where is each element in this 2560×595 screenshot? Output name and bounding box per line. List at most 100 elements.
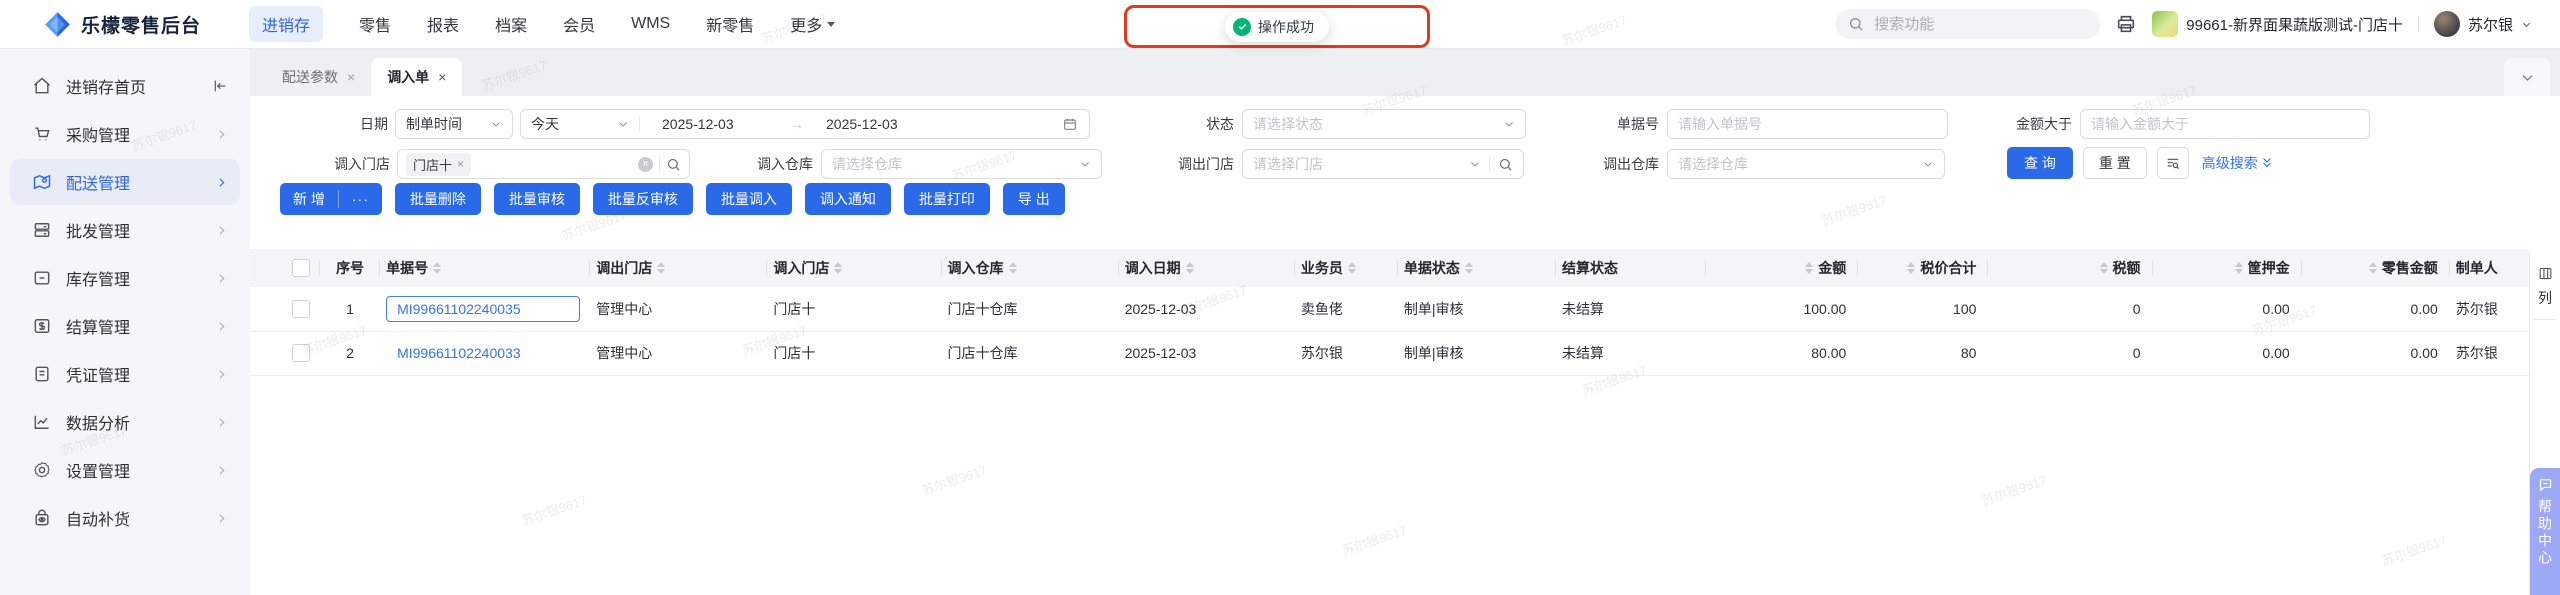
col-header-in-warehouse[interactable]: 调入仓库 [941,249,1119,287]
sidebar-item-delivery[interactable]: 配送管理 [10,159,240,205]
add-more-options-icon[interactable]: ··· [339,183,382,215]
sort-icon[interactable] [433,262,442,274]
query-button[interactable]: 查 询 [2007,147,2073,179]
batch-print-button[interactable]: 批量打印 [903,183,990,215]
sort-icon[interactable] [2368,262,2377,274]
search-icon[interactable] [1498,157,1513,172]
row-checkbox[interactable] [292,344,310,363]
sort-icon[interactable] [1008,262,1017,274]
nav-item-wms[interactable]: WMS [631,15,670,33]
store-selector[interactable]: 99661-新界面果蔬版测试-门店十 [2152,11,2403,37]
sidebar-item-analytics[interactable]: 数据分析 [10,399,240,445]
collapse-sidebar-icon[interactable] [212,78,228,94]
col-header-amount[interactable]: 金额 [1706,249,1859,287]
tag-close-icon[interactable]: × [457,157,464,171]
date-preset-select[interactable]: 今天 [521,114,639,134]
tab-transfer-in-order[interactable]: 调入单 × [371,58,463,96]
nav-item-dangan[interactable]: 档案 [495,12,527,36]
add-button-label[interactable]: 新 增 [280,183,338,215]
global-search[interactable] [1836,9,2101,39]
status-select[interactable]: 请选择状态 [1242,109,1526,139]
clear-icon[interactable]: × [638,156,653,172]
date-type-select[interactable]: 制单时间 [395,109,513,139]
printer-icon[interactable] [2115,13,2137,35]
nav-item-lingshou[interactable]: 零售 [359,12,391,36]
nav-item-jinxiaocun[interactable]: 进销存 [249,6,324,42]
sort-icon[interactable] [1347,262,1356,274]
tab-list-dropdown[interactable] [2504,58,2550,96]
nav-item-xinlingshou[interactable]: 新零售 [706,12,754,36]
export-button[interactable]: 导 出 [1002,183,1065,215]
sort-icon[interactable] [1907,262,1916,274]
batch-audit-button[interactable]: 批量审核 [493,183,580,215]
doc-no-focus-box: MI99661102240035 [386,295,581,322]
in-warehouse-placeholder: 请选择仓库 [832,156,902,172]
sidebar-item-inventory[interactable]: 库存管理 [10,255,240,301]
out-store-select[interactable]: 请选择门店 [1242,149,1524,179]
reset-button[interactable]: 重 置 [2082,147,2147,179]
store-tag[interactable]: 门店十 × [406,152,472,176]
out-warehouse-select[interactable]: 请选择仓库 [1667,149,1945,179]
col-header-basket-deposit[interactable]: 筐押金 [2152,249,2302,287]
row-checkbox[interactable] [292,299,310,318]
col-header-tax-total[interactable]: 税价合计 [1858,249,1989,287]
col-header-out-store[interactable]: 调出门店 [590,249,768,287]
amount-input[interactable] [2080,109,2370,139]
select-all-checkbox[interactable] [292,259,310,278]
sidebar-item-voucher[interactable]: 凭证管理 [10,351,240,397]
nav-item-more[interactable]: 更多 [790,12,836,36]
doc-no-link[interactable]: MI99661102240033 [386,345,521,361]
col-header-doc-status[interactable]: 单据状态 [1397,249,1557,287]
success-check-icon [1233,17,1251,36]
batch-unaudit-button[interactable]: 批量反审核 [592,183,693,215]
sort-icon[interactable] [2099,262,2108,274]
sidebar-item-auto-replenish[interactable]: 自动补货 [10,495,240,541]
chevron-right-icon [215,464,228,477]
sort-icon[interactable] [657,262,666,274]
columns-label[interactable]: 列 [2538,288,2552,308]
doc-no-link[interactable]: MI99661102240035 [397,301,521,317]
tab-delivery-params[interactable]: 配送参数 × [266,58,371,96]
columns-icon[interactable] [2538,266,2553,281]
sort-icon[interactable] [1805,262,1814,274]
sort-icon[interactable] [1185,262,1194,274]
search-input[interactable] [1872,14,2047,34]
sidebar-item-wholesale[interactable]: 批发管理 [10,207,240,253]
batch-transfer-in-button[interactable]: 批量调入 [705,183,792,215]
help-center-tab[interactable]: 帮助中心 [2530,468,2560,595]
sort-icon[interactable] [2234,262,2243,274]
date-range-picker[interactable]: 今天 2025-12-03 → 2025-12-03 [520,109,1090,139]
add-button[interactable]: 新 增 ··· [280,183,382,215]
sidebar-item-settings[interactable]: 设置管理 [10,447,240,493]
sort-icon[interactable] [1464,262,1473,274]
saved-search-button[interactable] [2156,147,2189,179]
nav-item-baobiao[interactable]: 报表 [427,12,459,36]
table-row[interactable]: 2 MI99661102240033 管理中心 门店十 门店十仓库 2025-1… [250,331,2530,376]
col-header-in-store[interactable]: 调入门店 [767,249,942,287]
sort-icon[interactable] [834,262,843,274]
sidebar-item-settlement[interactable]: 结算管理 [10,303,240,349]
in-store-cell: 门店十 [767,331,942,376]
col-header-in-date[interactable]: 调入日期 [1118,249,1295,287]
doc-status-cell: 制单|审核 [1397,287,1557,332]
user-menu[interactable]: 苏尔银 [2433,11,2532,37]
nav-item-huiyuan[interactable]: 会员 [563,12,595,36]
date-from-value[interactable]: 2025-12-03 [640,116,790,132]
in-store-input[interactable]: 门店十 × × [397,149,690,179]
in-warehouse-select[interactable]: 请选择仓库 [821,149,1102,179]
tab-close-icon[interactable]: × [347,69,355,85]
doc-no-input[interactable] [1667,109,1948,139]
sidebar-item-home[interactable]: 进销存首页 [10,63,240,109]
col-header-salesman[interactable]: 业务员 [1294,249,1398,287]
col-header-tax[interactable]: 税额 [1988,249,2153,287]
transfer-in-notice-button[interactable]: 调入通知 [804,183,891,215]
date-to-value[interactable]: 2025-12-03 [804,116,954,132]
table-row[interactable]: 1 MI99661102240035 管理中心 门店十 门店十仓库 2025-1… [250,287,2530,332]
advanced-search-link[interactable]: 高级搜索 [2202,153,2273,173]
tax-cell: 0 [1988,331,2153,376]
batch-delete-button[interactable]: 批量删除 [394,183,481,215]
tab-close-icon[interactable]: × [438,69,446,85]
col-header-doc-no[interactable]: 单据号 [380,249,591,287]
sidebar-item-purchase[interactable]: 采购管理 [10,111,240,157]
col-header-retail-amount[interactable]: 零售金额 [2301,249,2450,287]
